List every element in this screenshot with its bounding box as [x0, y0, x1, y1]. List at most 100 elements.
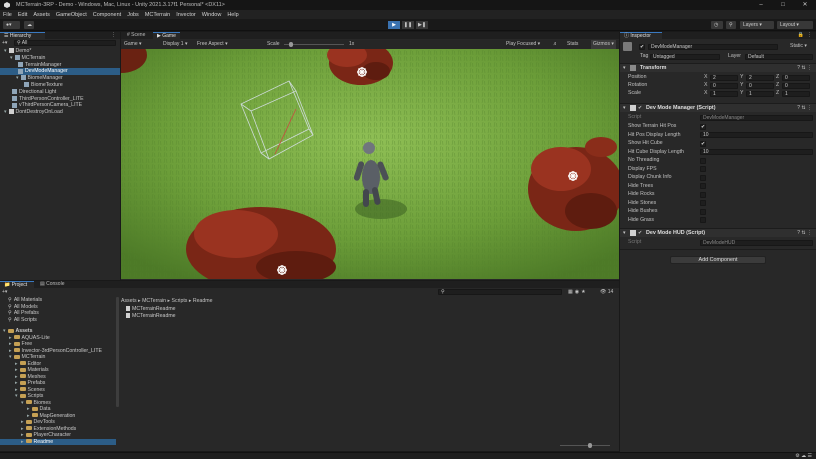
layout-dropdown[interactable]: Layout ▾ [777, 21, 813, 29]
step-button[interactable]: ▶❚ [416, 21, 428, 29]
foldout-icon[interactable]: ▸ [15, 380, 18, 386]
icon-size-slider[interactable] [560, 445, 610, 446]
foldout-icon[interactable]: ▸ [21, 432, 24, 438]
foldout-icon[interactable]: ▸ [27, 406, 30, 412]
enabled-check-icon[interactable]: ✔ [638, 105, 642, 111]
foldout-icon[interactable]: ▾ [21, 400, 24, 406]
dev-field-checkbox[interactable] [700, 200, 706, 206]
component-menu-icons[interactable]: ? ⇅ ⋮ [797, 65, 812, 71]
transform-position-z-field[interactable]: 0 [782, 75, 810, 81]
active-checkbox[interactable]: ✔ [639, 44, 645, 50]
pause-button[interactable]: ❚❚ [402, 21, 414, 29]
transform-header[interactable]: ▾ Transform ? ⇅ ⋮ [620, 63, 816, 72]
breadcrumb-assets[interactable]: Assets [121, 298, 137, 304]
foldout-icon[interactable]: ▸ [9, 341, 12, 347]
foldout-icon[interactable]: ▸ [21, 439, 24, 445]
menu-help[interactable]: Help [227, 12, 238, 18]
dev-field-checkbox[interactable] [700, 183, 706, 189]
hierarchy-item[interactable]: DevModeManager [0, 68, 120, 76]
dev-hud-header[interactable]: ▾ ✔ Dev Mode HUD (Script) ? ⇅ ⋮ [620, 228, 816, 237]
mute-audio-button[interactable]: ♬ [553, 40, 558, 49]
gizmos-dropdown[interactable]: Gizmos ▾ [591, 40, 616, 49]
layer-dropdown[interactable]: Default [745, 54, 813, 60]
menu-gameobject[interactable]: GameObject [56, 12, 87, 18]
create-asset-button[interactable]: +▾ [2, 289, 7, 295]
favorite-item[interactable]: ⚲ All Scripts [8, 317, 37, 324]
transform-rotation-y-field[interactable]: 0 [746, 83, 774, 89]
menu-assets[interactable]: Assets [33, 12, 50, 18]
close-button[interactable]: ✕ [794, 0, 816, 10]
search-button[interactable]: ⚲ [726, 21, 736, 29]
display-dropdown[interactable]: Display 1 ▾ [163, 40, 187, 49]
project-search-input[interactable]: ⚲ [438, 289, 562, 295]
foldout-icon[interactable]: ▾ [10, 55, 13, 61]
tab-console[interactable]: ▤ Console [36, 281, 70, 288]
transform-rotation-z-field[interactable]: 0 [782, 83, 810, 89]
dev-field-checkbox[interactable]: ✔ [700, 140, 706, 147]
foldout-icon[interactable]: ▾ [9, 354, 12, 360]
hierarchy-item[interactable]: Directional Light [0, 89, 120, 96]
foldout-icon[interactable]: ▸ [21, 419, 24, 425]
history-button[interactable]: ◷ [711, 21, 723, 29]
transform-scale-y-field[interactable]: 1 [746, 91, 774, 97]
more-icon[interactable]: ⋮ [807, 32, 812, 39]
dev-field-checkbox[interactable] [700, 217, 706, 223]
scale-slider[interactable] [284, 44, 344, 45]
object-name-field[interactable]: DevModeManager [648, 44, 778, 50]
cloud-button[interactable]: ☁ [24, 21, 34, 29]
component-menu-icons[interactable]: ? ⇅ ⋮ [797, 105, 812, 111]
minimize-button[interactable]: – [750, 0, 772, 10]
foldout-icon[interactable]: ▸ [15, 387, 18, 393]
breadcrumb-scripts[interactable]: Scripts [172, 298, 188, 304]
stats-button[interactable]: Stats [567, 40, 578, 49]
component-menu-icons[interactable]: ? ⇅ ⋮ [797, 230, 812, 236]
menu-file[interactable]: File [3, 12, 12, 18]
add-component-button[interactable]: Add Component [670, 256, 766, 264]
transform-scale-x-field[interactable]: 1 [710, 91, 738, 97]
tab-scene[interactable]: # Scene [123, 32, 149, 39]
foldout-icon[interactable]: ▾ [16, 75, 19, 81]
dev-field-checkbox[interactable]: ✔ [700, 123, 706, 130]
foldout-icon[interactable]: ▾ [3, 328, 6, 334]
menu-jobs[interactable]: Jobs [127, 12, 139, 18]
more-icon[interactable]: ⋮ [111, 32, 116, 39]
list-item[interactable]: MCTerrainReadme [126, 306, 176, 313]
icon-size-slider-handle[interactable] [588, 443, 592, 448]
maximize-button[interactable]: □ [772, 0, 794, 10]
hierarchy-item[interactable]: ▾ Demo* [0, 48, 120, 55]
hierarchy-item[interactable]: vThirdPersonCamera_LITE [0, 102, 120, 109]
add-object-button[interactable]: +▾ [2, 40, 12, 46]
tab-project[interactable]: 📁 Project [0, 281, 34, 288]
foldout-icon[interactable]: ▾ [4, 109, 7, 115]
play-button[interactable]: ▶ [388, 21, 400, 29]
scale-slider-handle[interactable] [289, 42, 293, 47]
tab-game[interactable]: ▶ Game [153, 32, 180, 39]
tab-hierarchy[interactable]: ☰ Hierarchy [0, 32, 45, 39]
hierarchy-search-input[interactable]: ⚲ All [14, 40, 116, 46]
menu-component[interactable]: Component [93, 12, 121, 18]
foldout-icon[interactable]: ▸ [15, 367, 18, 373]
hierarchy-item[interactable]: ▾ BiomeManager [0, 75, 120, 82]
layers-dropdown[interactable]: Layers ▾ [740, 21, 774, 29]
dev-field-checkbox[interactable] [700, 157, 706, 164]
breadcrumb-mcterrain[interactable]: MCTerrain [142, 298, 166, 304]
hierarchy-item[interactable]: TerrainManager [0, 62, 120, 69]
dev-field-checkbox[interactable] [700, 166, 706, 172]
hierarchy-item[interactable]: BiomeTexture [0, 82, 120, 89]
dev-field-checkbox[interactable] [700, 191, 706, 198]
foldout-icon[interactable]: ▸ [15, 374, 18, 380]
dev-field-input[interactable]: 10 [700, 132, 813, 138]
foldout-icon[interactable]: ▸ [15, 361, 18, 367]
tag-dropdown[interactable]: Untagged [650, 54, 720, 60]
hierarchy-item[interactable]: ▾ DontDestroyOnLoad [0, 109, 120, 116]
display-mode-dropdown[interactable]: Game ▾ [124, 40, 142, 49]
enabled-check-icon[interactable]: ✔ [638, 230, 642, 236]
play-focused-dropdown[interactable]: Play Focused ▾ [506, 40, 540, 49]
hierarchy-item[interactable]: ▾ MCTerrain [0, 55, 120, 62]
dev-field-checkbox[interactable] [700, 174, 706, 181]
filter-icons[interactable]: ▦◉★ [568, 289, 588, 295]
menu-invector[interactable]: Invector [176, 12, 196, 18]
hierarchy-item[interactable]: ThirdPersonController_LITE [0, 96, 120, 103]
account-button[interactable]: ●▾ [3, 21, 20, 29]
dev-field-checkbox[interactable] [700, 208, 706, 215]
